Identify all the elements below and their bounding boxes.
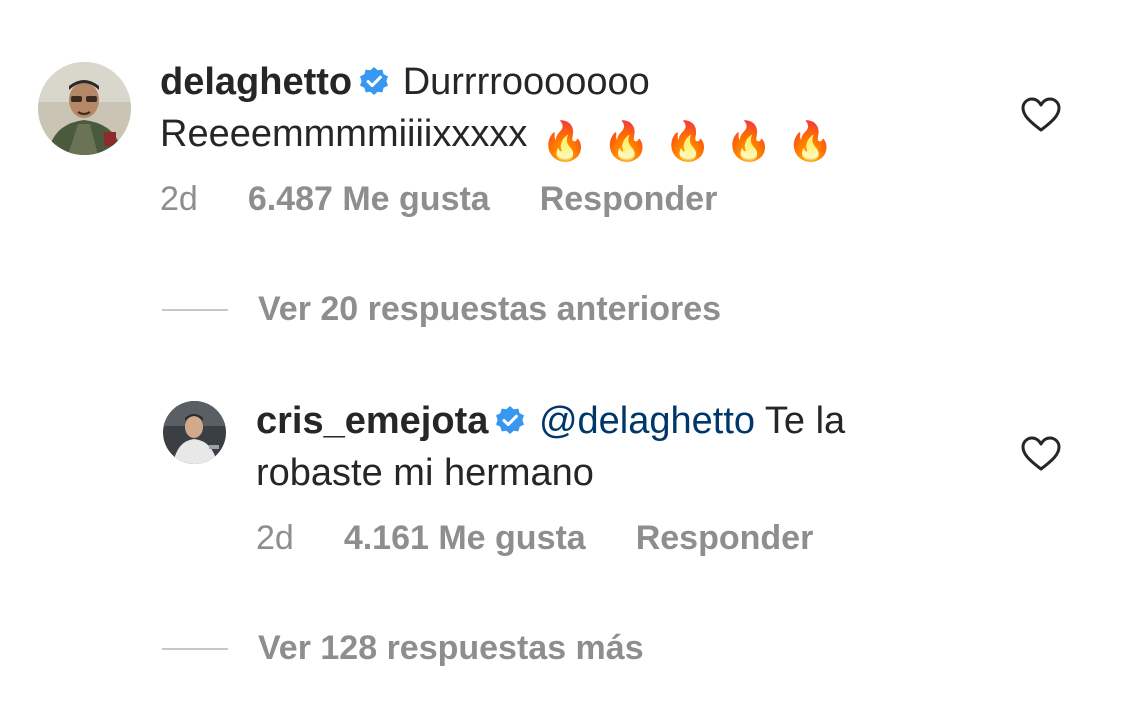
verified-badge-icon [494, 401, 526, 449]
view-more-replies-button[interactable]: Ver 128 respuestas más [162, 629, 644, 668]
view-previous-replies-label: Ver 20 respuestas anteriores [258, 290, 722, 328]
comment-text-line1: Durrrrooooooo [402, 61, 650, 103]
fire-emoji: 🔥 [725, 121, 773, 163]
divider-line [162, 308, 228, 311]
comment-body: cris_emejota @delaghetto Te la robaste m… [256, 397, 976, 497]
fire-emoji: 🔥 [602, 121, 651, 163]
fire-emoji: 🔥 [786, 121, 835, 163]
fire-emoji: 🔥 [541, 121, 589, 163]
comment-meta: 2d 6.487 Me gusta Responder [160, 180, 717, 219]
verified-badge-icon [358, 62, 390, 110]
reply-button[interactable]: Responder [540, 180, 718, 219]
divider-line [162, 647, 228, 650]
heart-outline-icon[interactable] [1021, 436, 1061, 472]
comment-text-line2: robaste mi hermano [256, 452, 594, 494]
comment-username[interactable]: delaghetto [160, 61, 352, 103]
comment-timestamp: 2d [256, 519, 294, 557]
likes-count[interactable]: 6.487 Me gusta [248, 180, 490, 219]
likes-count[interactable]: 4.161 Me gusta [344, 519, 586, 558]
view-previous-replies-button[interactable]: Ver 20 respuestas anteriores [162, 290, 721, 329]
avatar-cris-emejota[interactable] [163, 401, 226, 464]
view-more-replies-label: Ver 128 respuestas más [258, 629, 644, 667]
avatar-delaghetto[interactable] [38, 62, 131, 155]
comment-username[interactable]: cris_emejota [256, 400, 488, 442]
comment-meta: 2d 4.161 Me gusta Responder [256, 519, 813, 558]
comment-body: delaghetto Durrrrooooooo Reeeemmmmiiiixx… [160, 58, 960, 166]
comment-timestamp: 2d [160, 180, 198, 218]
mention-link[interactable]: @delaghetto [539, 400, 755, 442]
heart-outline-icon[interactable] [1021, 97, 1061, 133]
reply-button[interactable]: Responder [636, 519, 814, 558]
fire-emoji: 🔥 [664, 121, 712, 163]
comment-text-line2: Reeeemmmmiiiixxxxx [160, 113, 528, 155]
comment-text-line1: Te la [764, 400, 846, 442]
